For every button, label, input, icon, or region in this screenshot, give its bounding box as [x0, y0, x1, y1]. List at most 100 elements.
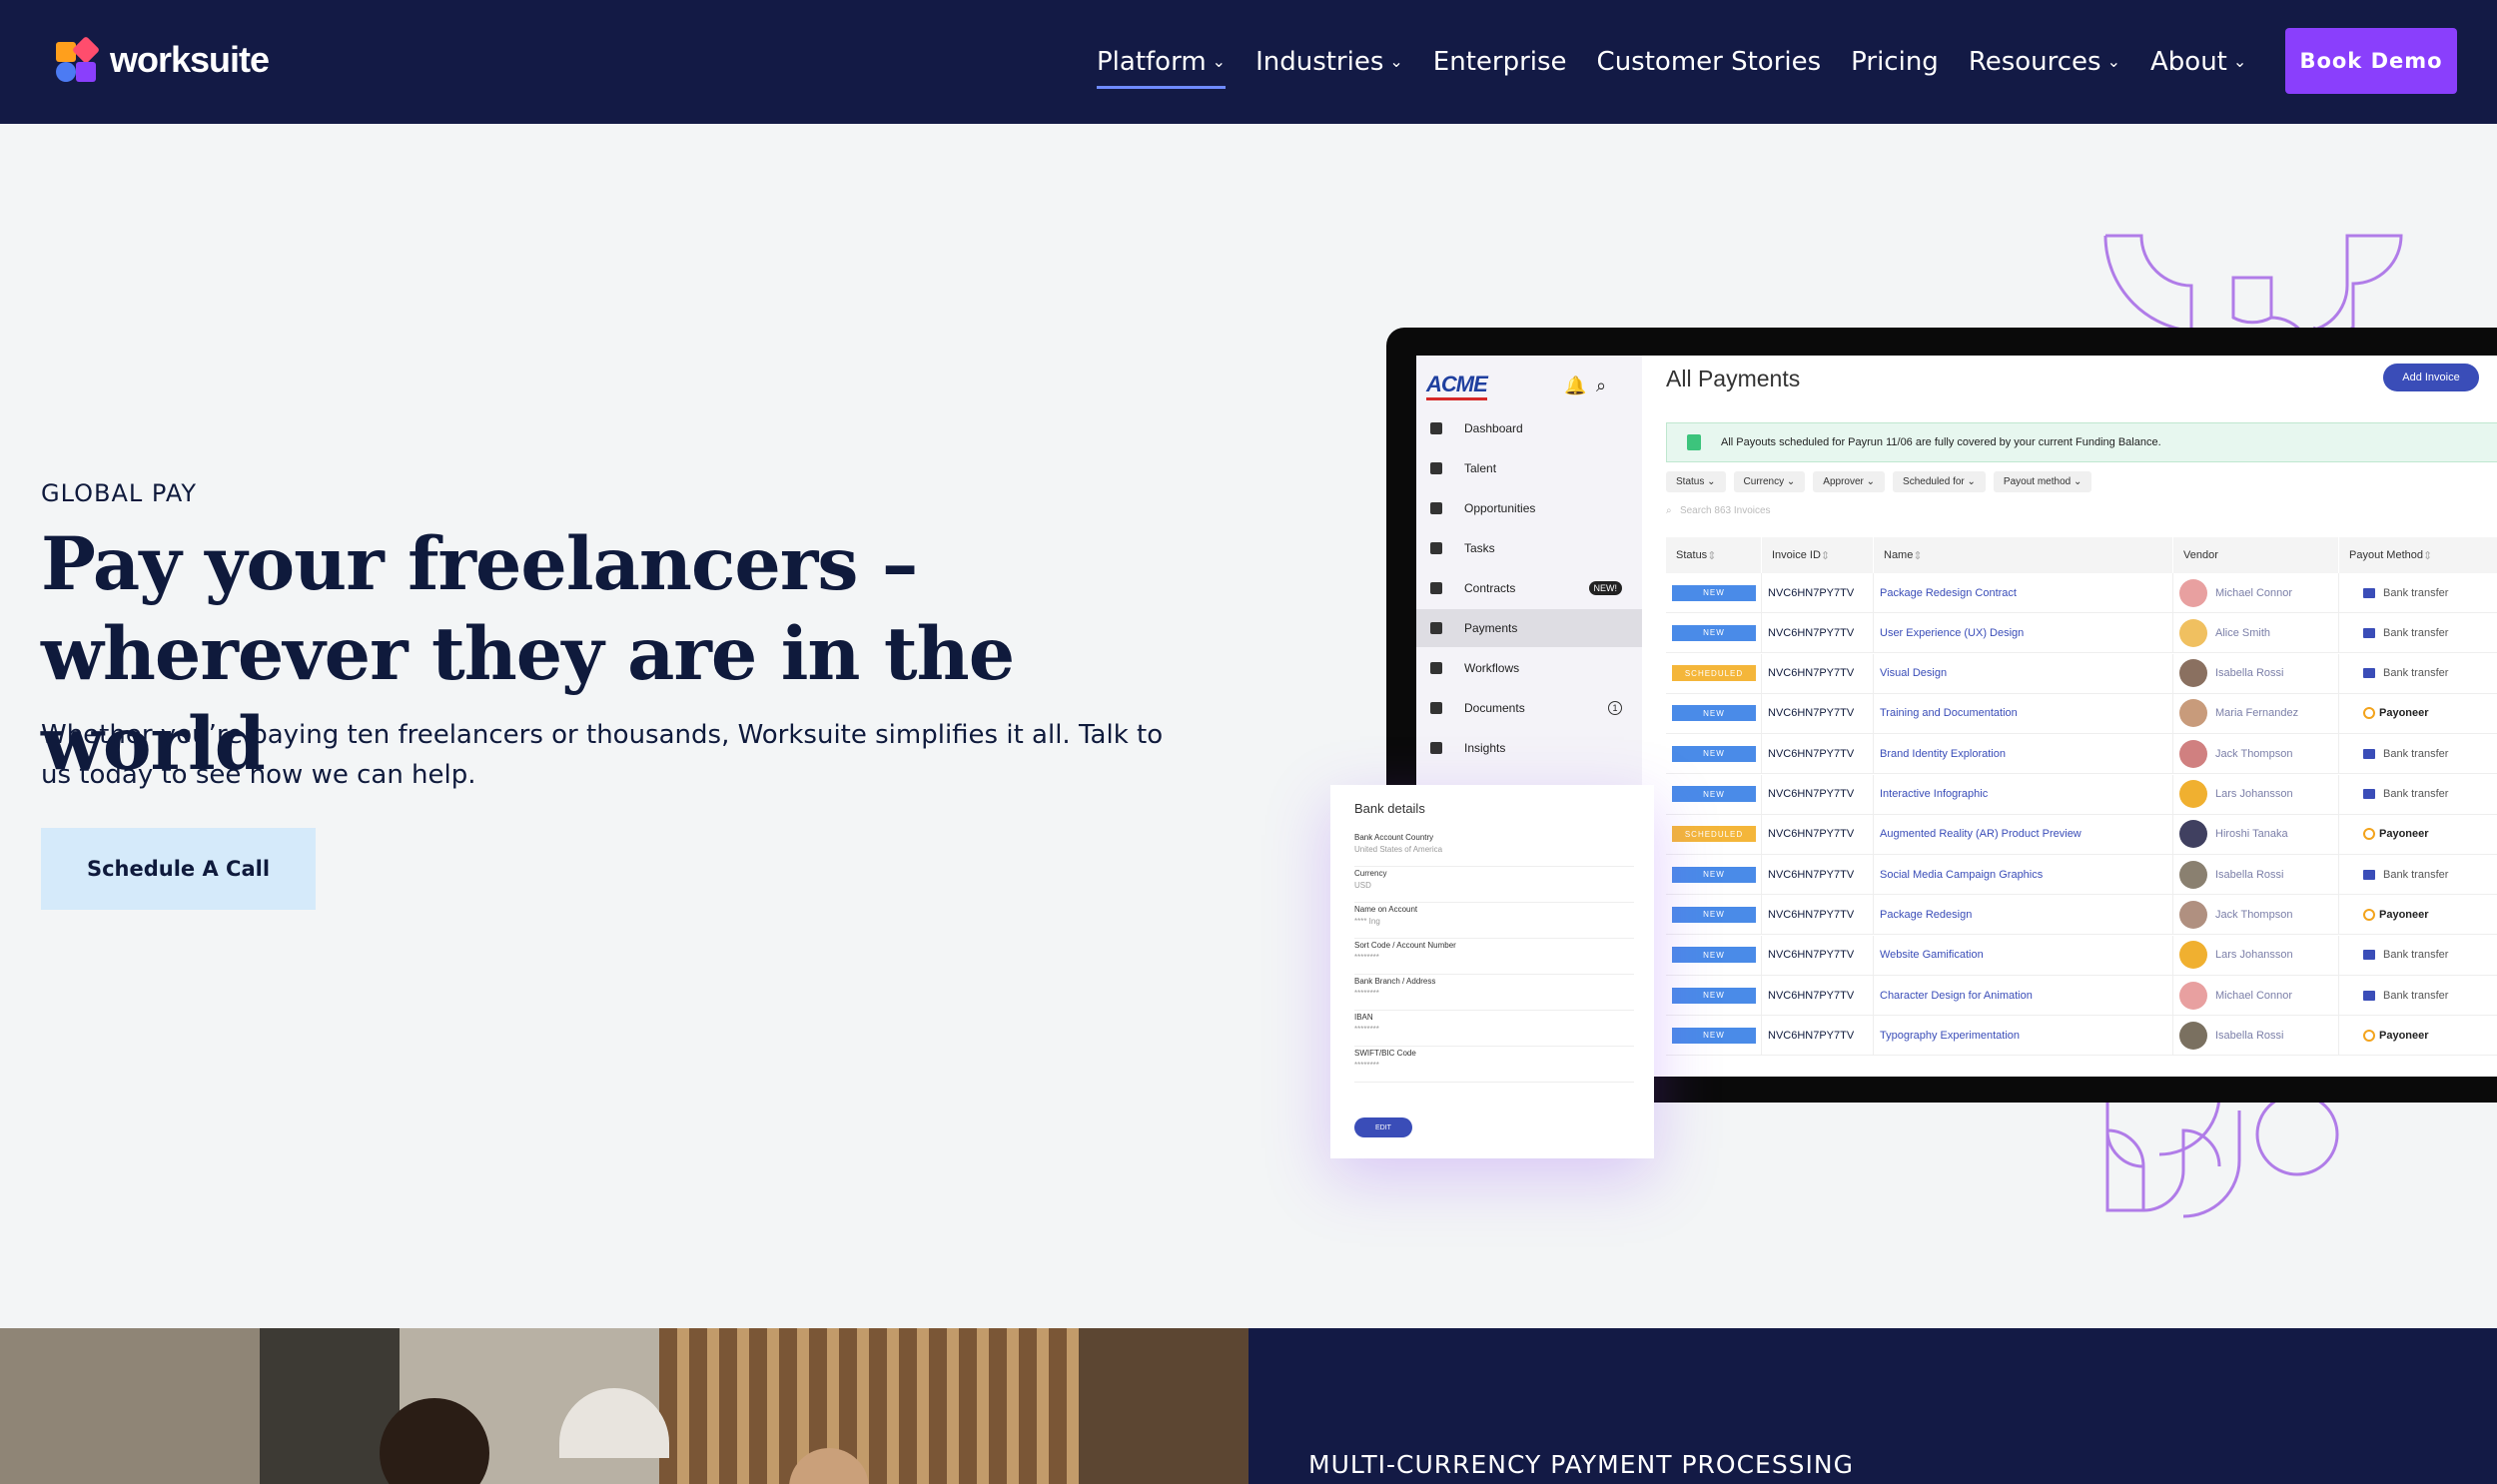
sidebar-item-insights[interactable]: Insights: [1416, 729, 1642, 767]
funding-banner: All Payouts scheduled for Payrun 11/06 a…: [1666, 422, 2497, 462]
invoice-name-link[interactable]: Package Redesign: [1874, 895, 2173, 935]
vendor-name[interactable]: Jack Thompson: [2215, 909, 2292, 921]
invoice-name-link[interactable]: User Experience (UX) Design: [1874, 613, 2173, 653]
vendor-name[interactable]: Alice Smith: [2215, 627, 2270, 639]
sidebar-item-payments[interactable]: Payments: [1416, 609, 1642, 647]
column-header-label: Name: [1884, 549, 1914, 561]
nav-item-enterprise[interactable]: Enterprise: [1433, 47, 1567, 77]
bank-transfer-icon: [2363, 789, 2375, 799]
nav-item-customer-stories[interactable]: Customer Stories: [1597, 47, 1822, 77]
invoice-name-link[interactable]: Interactive Infographic: [1874, 774, 2173, 814]
bank-transfer-icon: [2363, 748, 2375, 759]
invoice-id: NVC6HN7PY7TV: [1762, 855, 1874, 895]
bank-field-name-on-account: Name on Account **** Ing: [1354, 905, 1634, 939]
nav-item-about[interactable]: About ⌄: [2150, 47, 2246, 77]
invoice-id: NVC6HN7PY7TV: [1762, 573, 1874, 612]
field-value: United States of America: [1354, 845, 1443, 854]
schedule-call-button[interactable]: Schedule A Call: [41, 828, 316, 910]
vendor-name[interactable]: Michael Connor: [2215, 990, 2292, 1002]
avatar: [2179, 739, 2207, 768]
bank-details-title: Bank details: [1354, 801, 1425, 816]
column-header-payout-method[interactable]: Payout Method ⇕: [2339, 537, 2497, 573]
sidebar-item-tasks[interactable]: Tasks: [1416, 529, 1642, 567]
column-header-status[interactable]: Status ⇕: [1666, 537, 1762, 573]
sidebar-item-dashboard[interactable]: Dashboard: [1416, 409, 1642, 447]
sidebar-item-label: Documents: [1464, 701, 1525, 715]
brand-name: worksuite: [110, 39, 270, 80]
table-row[interactable]: SCHEDULED NVC6HN7PY7TV Visual Design Isabel…: [1666, 653, 2497, 694]
column-header-invoice-id[interactable]: Invoice ID ⇕: [1762, 537, 1874, 573]
filter-status[interactable]: Status ⌄: [1666, 471, 1726, 492]
nav-item-industries[interactable]: Industries ⌄: [1255, 47, 1403, 77]
payoneer-icon: [2363, 828, 2375, 841]
table-row[interactable]: NEW NVC6HN7PY7TV Social Media Campaign Gra…: [1666, 855, 2497, 896]
invoice-name-link[interactable]: Visual Design: [1874, 653, 2173, 693]
payout-method: Bank transfer: [2383, 788, 2449, 800]
book-demo-button[interactable]: Book Demo: [2285, 28, 2457, 94]
filter-currency[interactable]: Currency ⌄: [1733, 471, 1806, 492]
vendor-name[interactable]: Maria Fernandez: [2215, 707, 2298, 719]
multi-currency-section: MULTI-CURRENCY PAYMENT PROCESSING: [1248, 1328, 2497, 1484]
invoice-name-link[interactable]: Augmented Reality (AR) Product Preview: [1874, 814, 2173, 854]
table-header: Status ⇕ Invoice ID ⇕ Name ⇕ Vendor Payout M…: [1666, 537, 2497, 573]
vendor-name[interactable]: Lars Johansson: [2215, 788, 2293, 800]
invoice-id: NVC6HN7PY7TV: [1762, 935, 1874, 975]
nav-item-platform[interactable]: Platform ⌄: [1097, 47, 1227, 89]
table-row[interactable]: NEW NVC6HN7PY7TV Typography Experimentatio…: [1666, 1016, 2497, 1057]
search-icon[interactable]: ⌕: [1596, 375, 1606, 396]
table-row[interactable]: NEW NVC6HN7PY7TV Website Gamification Lars …: [1666, 935, 2497, 976]
table-row[interactable]: NEW NVC6HN7PY7TV Package Redesign Jack Thom…: [1666, 895, 2497, 936]
table-row[interactable]: NEW NVC6HN7PY7TV Training and Documentatio…: [1666, 693, 2497, 734]
table-row[interactable]: NEW NVC6HN7PY7TV Character Design for Anim…: [1666, 976, 2497, 1016]
vendor-name[interactable]: Hiroshi Tanaka: [2215, 828, 2288, 840]
invoice-name-link[interactable]: Social Media Campaign Graphics: [1874, 855, 2173, 895]
table-row[interactable]: NEW NVC6HN7PY7TV User Experience (UX) Desi…: [1666, 613, 2497, 654]
bell-icon[interactable]: 🔔: [1564, 375, 1586, 396]
sidebar-item-contracts[interactable]: Contracts NEW!: [1416, 569, 1642, 607]
sidebar-item-opportunities[interactable]: Opportunities: [1416, 489, 1642, 527]
column-header-vendor[interactable]: Vendor: [2173, 537, 2339, 573]
sidebar-item-documents[interactable]: Documents 1: [1416, 689, 1642, 727]
invoice-name-link[interactable]: Training and Documentation: [1874, 693, 2173, 733]
nav-item-pricing[interactable]: Pricing: [1851, 47, 1939, 77]
filter-scheduled-for[interactable]: Scheduled for ⌄: [1893, 471, 1986, 492]
table-row[interactable]: NEW NVC6HN7PY7TV Interactive Infographic La…: [1666, 774, 2497, 815]
payout-method: Bank transfer: [2383, 949, 2449, 962]
vendor-name[interactable]: Lars Johansson: [2215, 949, 2293, 961]
invoice-search[interactable]: ⌕ Search 863 Invoices: [1666, 505, 1771, 516]
brand-logo[interactable]: worksuite: [54, 35, 270, 82]
invoice-name-link[interactable]: Website Gamification: [1874, 935, 2173, 975]
avatar: [2179, 618, 2207, 647]
vendor-name[interactable]: Isabella Rossi: [2215, 869, 2283, 881]
edit-bank-button[interactable]: EDIT: [1354, 1117, 1412, 1137]
invoice-name-link[interactable]: Brand Identity Exploration: [1874, 734, 2173, 774]
filter-payout-method[interactable]: Payout method ⌄: [1993, 471, 2092, 492]
filter-label: Status: [1676, 476, 1705, 487]
field-label: Name on Account: [1354, 905, 1418, 914]
field-label: Sort Code / Account Number: [1354, 941, 1456, 950]
bank-field-iban: IBAN ********: [1354, 1013, 1634, 1047]
invoice-name-link[interactable]: Character Design for Animation: [1874, 976, 2173, 1015]
column-header-name[interactable]: Name ⇕: [1874, 537, 2173, 573]
field-value: ********: [1354, 1061, 1379, 1070]
avatar: [2179, 860, 2207, 889]
nav-item-resources[interactable]: Resources ⌄: [1969, 47, 2120, 77]
invoice-name-link[interactable]: Package Redesign Contract: [1874, 573, 2173, 612]
field-value: ********: [1354, 953, 1379, 962]
table-row[interactable]: NEW NVC6HN7PY7TV Package Redesign Contract…: [1666, 573, 2497, 613]
invoice-name-link[interactable]: Typography Experimentation: [1874, 1016, 2173, 1056]
vendor-name[interactable]: Isabella Rossi: [2215, 1030, 2283, 1042]
opportunities-icon: [1430, 502, 1442, 514]
sidebar-item-talent[interactable]: Talent: [1416, 449, 1642, 487]
vendor-name[interactable]: Isabella Rossi: [2215, 667, 2283, 679]
vendor-name[interactable]: Michael Connor: [2215, 587, 2292, 599]
vendor-name[interactable]: Jack Thompson: [2215, 748, 2292, 760]
table-row[interactable]: SCHEDULED NVC6HN7PY7TV Augmented Reality (…: [1666, 814, 2497, 855]
field-label: IBAN: [1354, 1013, 1373, 1022]
status-badge: NEW: [1672, 1027, 1756, 1044]
table-row[interactable]: NEW NVC6HN7PY7TV Brand Identity Exploratio…: [1666, 734, 2497, 775]
sidebar-item-workflows[interactable]: Workflows: [1416, 649, 1642, 687]
add-invoice-button[interactable]: Add Invoice: [2383, 364, 2479, 391]
status-badge: NEW: [1672, 705, 1756, 722]
filter-approver[interactable]: Approver ⌄: [1813, 471, 1886, 492]
